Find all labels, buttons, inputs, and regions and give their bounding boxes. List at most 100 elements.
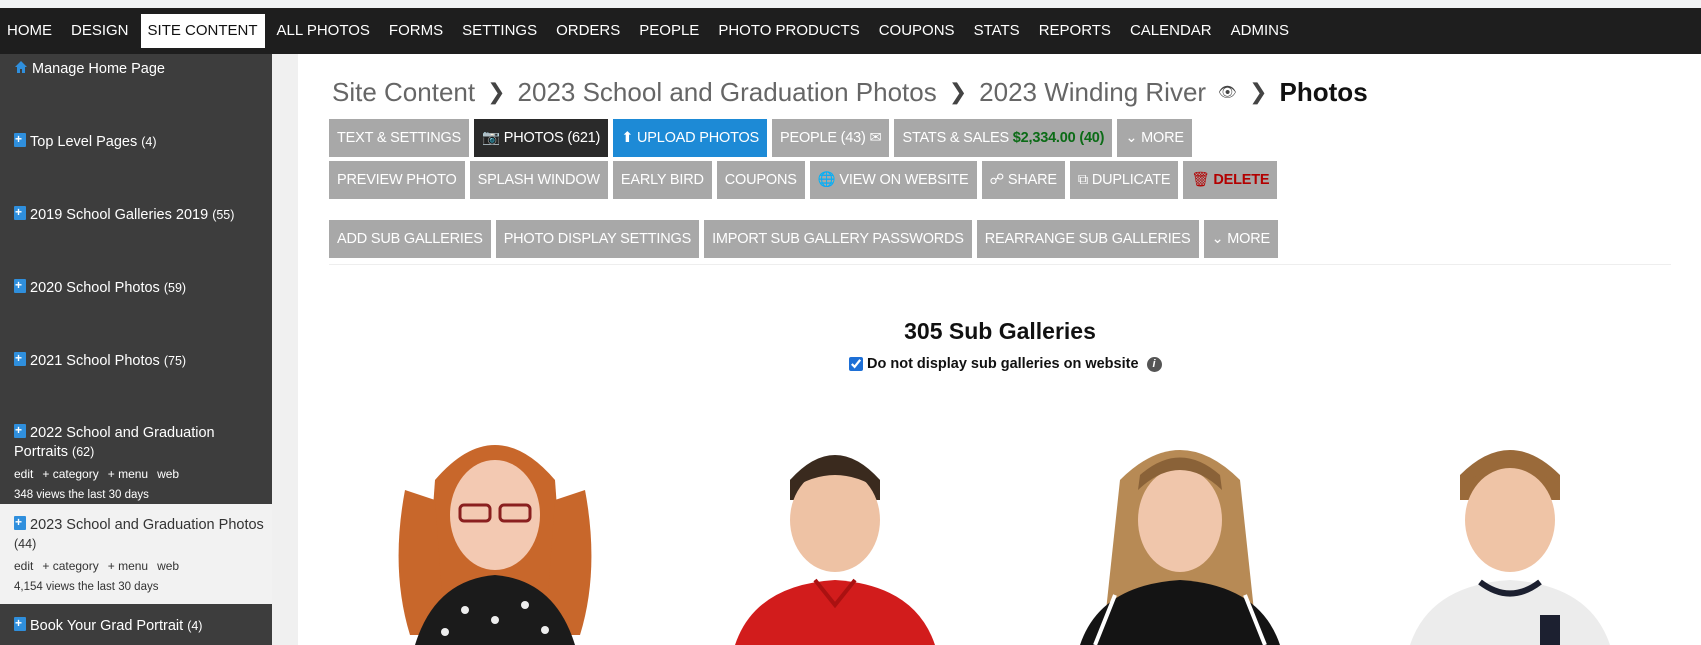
sidebar-item-label: Book Your Grad Portrait bbox=[30, 618, 184, 634]
nav-photo-products[interactable]: PHOTO PRODUCTS bbox=[711, 14, 866, 48]
breadcrumb-current: Photos bbox=[1279, 76, 1368, 107]
gallery-thumbnail[interactable] bbox=[1060, 420, 1300, 645]
sidebar-item-count: (44) bbox=[14, 537, 37, 551]
sidebar-item-count: (75) bbox=[163, 354, 187, 368]
duplicate-icon: ⧉ bbox=[1077, 172, 1088, 188]
sidebar-scrollbar[interactable] bbox=[272, 54, 298, 645]
gallery-thumbnail[interactable] bbox=[1390, 420, 1630, 645]
add-menu-link[interactable]: + menu bbox=[108, 467, 148, 481]
sidebar-item-2023[interactable]: 2023 School and Graduation Photos (44) e… bbox=[14, 513, 264, 597]
early-bird-button[interactable]: EARLY BIRD bbox=[612, 161, 712, 199]
people-label: PEOPLE (43) bbox=[780, 130, 866, 146]
add-page-icon bbox=[14, 130, 26, 149]
add-sub-galleries-button[interactable]: ADD SUB GALLERIES bbox=[329, 220, 491, 258]
portrait-boy-white-shirt bbox=[1410, 450, 1610, 645]
preview-photo-button[interactable]: PREVIEW PHOTO bbox=[329, 161, 465, 199]
nav-admins[interactable]: ADMINS bbox=[1224, 14, 1296, 48]
hide-sub-galleries-label: Do not display sub galleries on website bbox=[867, 356, 1139, 372]
portrait-girl-red-hair bbox=[398, 445, 592, 645]
globe-icon: 🌐 bbox=[817, 172, 836, 188]
delete-button[interactable]: 🗑 DELETE bbox=[1183, 161, 1278, 199]
nav-calendar[interactable]: CALENDAR bbox=[1123, 14, 1219, 48]
photo-display-settings-button[interactable]: PHOTO DISPLAY SETTINGS bbox=[495, 220, 700, 258]
sidebar-item-2022[interactable]: 2022 School and Graduation Portraits (62… bbox=[14, 421, 264, 505]
chevron-right-icon: ❯ bbox=[948, 79, 968, 104]
nav-reports[interactable]: REPORTS bbox=[1032, 14, 1118, 48]
rearrange-sub-galleries-button[interactable]: REARRANGE SUB GALLERIES bbox=[976, 220, 1199, 258]
add-page-icon bbox=[14, 276, 26, 295]
nav-forms[interactable]: FORMS bbox=[382, 14, 450, 48]
nav-people[interactable]: PEOPLE bbox=[632, 14, 706, 48]
edit-link[interactable]: edit bbox=[14, 559, 33, 573]
sidebar-item-actions: edit + category + menu web bbox=[14, 557, 264, 576]
web-link[interactable]: web bbox=[157, 467, 179, 481]
breadcrumb: Site Content ❯ 2023 School and Graduatio… bbox=[332, 72, 1368, 112]
sidebar-item-label: 2021 School Photos bbox=[30, 353, 160, 369]
breadcrumb-2023-school[interactable]: 2023 School and Graduation Photos bbox=[518, 77, 937, 108]
photos-tab-button[interactable]: 📷 PHOTOS (621) bbox=[474, 119, 609, 157]
splash-window-button[interactable]: SPLASH WINDOW bbox=[469, 161, 608, 199]
hide-sub-galleries-row: Do not display sub galleries on website … bbox=[849, 356, 1162, 372]
breadcrumb-winding-river[interactable]: 2023 Winding River bbox=[979, 77, 1206, 108]
nav-home[interactable]: HOME bbox=[0, 14, 59, 48]
sidebar-item-home[interactable]: Manage Home Page bbox=[14, 60, 264, 79]
home-icon bbox=[15, 61, 27, 73]
upload-icon: ⬆ bbox=[621, 130, 634, 146]
nav-site-content[interactable]: SITE CONTENT bbox=[140, 14, 265, 48]
nav-all-photos[interactable]: ALL PHOTOS bbox=[270, 14, 377, 48]
photos-tab-label: PHOTOS (621) bbox=[503, 130, 601, 146]
more-label: MORE bbox=[1141, 130, 1184, 146]
import-passwords-button[interactable]: IMPORT SUB GALLERY PASSWORDS bbox=[704, 220, 972, 258]
add-page-icon bbox=[14, 421, 26, 440]
view-on-website-button[interactable]: 🌐 VIEW ON WEBSITE bbox=[809, 161, 977, 199]
gallery-thumbnail[interactable] bbox=[375, 420, 615, 645]
add-category-link[interactable]: + category bbox=[42, 467, 98, 481]
hide-sub-galleries-checkbox[interactable] bbox=[849, 357, 863, 371]
add-page-icon bbox=[14, 349, 26, 368]
add-page-icon bbox=[14, 513, 26, 532]
nav-stats[interactable]: STATS bbox=[967, 14, 1027, 48]
sidebar-item-label: 2023 School and Graduation Photos bbox=[30, 517, 264, 533]
sidebar-item-book-grad[interactable]: Book Your Grad Portrait (4) bbox=[14, 614, 264, 636]
sales-value: $2,334.00 (40) bbox=[1012, 130, 1105, 146]
people-button[interactable]: PEOPLE (43) ✉ bbox=[772, 119, 890, 157]
sidebar-item-2019[interactable]: 2019 School Galleries 2019 (55) bbox=[14, 203, 264, 225]
nav-coupons[interactable]: COUPONS bbox=[872, 14, 962, 48]
more-button[interactable]: ⌄ MORE bbox=[1117, 119, 1192, 157]
web-link[interactable]: web bbox=[157, 559, 179, 573]
eye-icon[interactable]: 👁 bbox=[1218, 83, 1237, 101]
add-page-icon bbox=[14, 614, 26, 633]
nav-settings[interactable]: SETTINGS bbox=[455, 14, 544, 48]
info-icon[interactable]: i bbox=[1146, 356, 1162, 372]
sidebar: Manage Home Page Top Level Pages (4) 201… bbox=[0, 54, 272, 645]
breadcrumb-site-content[interactable]: Site Content bbox=[332, 77, 475, 108]
sidebar-item-views: 348 views the last 30 days bbox=[14, 489, 149, 501]
envelope-icon: ✉ bbox=[869, 130, 882, 146]
stats-sales-button[interactable]: STATS & SALES $2,334.00 (40) bbox=[894, 119, 1113, 157]
nav-orders[interactable]: ORDERS bbox=[549, 14, 627, 48]
portrait-boy-red-shirt bbox=[735, 455, 935, 645]
action-row-primary: TEXT & SETTINGS 📷 PHOTOS (621) ⬆ UPLOAD … bbox=[329, 119, 1197, 157]
coupons-button[interactable]: COUPONS bbox=[716, 161, 805, 199]
add-menu-link[interactable]: + menu bbox=[108, 559, 148, 573]
portrait-girl-black-jacket bbox=[1080, 450, 1280, 645]
share-button[interactable]: ☍ SHARE bbox=[981, 161, 1065, 199]
upload-photos-button[interactable]: ⬆ UPLOAD PHOTOS bbox=[613, 119, 768, 157]
edit-link[interactable]: edit bbox=[14, 467, 33, 481]
sub-gallery-more-button[interactable]: ⌄ MORE bbox=[1203, 220, 1278, 258]
sidebar-item-2021[interactable]: 2021 School Photos (75) bbox=[14, 349, 264, 371]
duplicate-button[interactable]: ⧉ DUPLICATE bbox=[1069, 161, 1179, 199]
view-site-label: VIEW ON WEBSITE bbox=[839, 172, 969, 188]
sidebar-item-2020[interactable]: 2020 School Photos (59) bbox=[14, 276, 264, 298]
sidebar-item-actions: edit + category + menu web bbox=[14, 465, 264, 484]
nav-design[interactable]: DESIGN bbox=[64, 14, 136, 48]
share-label: SHARE bbox=[1007, 172, 1057, 188]
upload-label: UPLOAD PHOTOS bbox=[636, 130, 760, 146]
sidebar-item-top-level-pages[interactable]: Top Level Pages (4) bbox=[14, 130, 264, 152]
duplicate-label: DUPLICATE bbox=[1091, 172, 1171, 188]
sidebar-home-label: Manage Home Page bbox=[32, 61, 165, 77]
gallery-thumbnail[interactable] bbox=[715, 420, 955, 645]
text-settings-button[interactable]: TEXT & SETTINGS bbox=[329, 119, 470, 157]
chevron-right-icon: ❯ bbox=[1249, 79, 1268, 104]
add-category-link[interactable]: + category bbox=[42, 559, 98, 573]
